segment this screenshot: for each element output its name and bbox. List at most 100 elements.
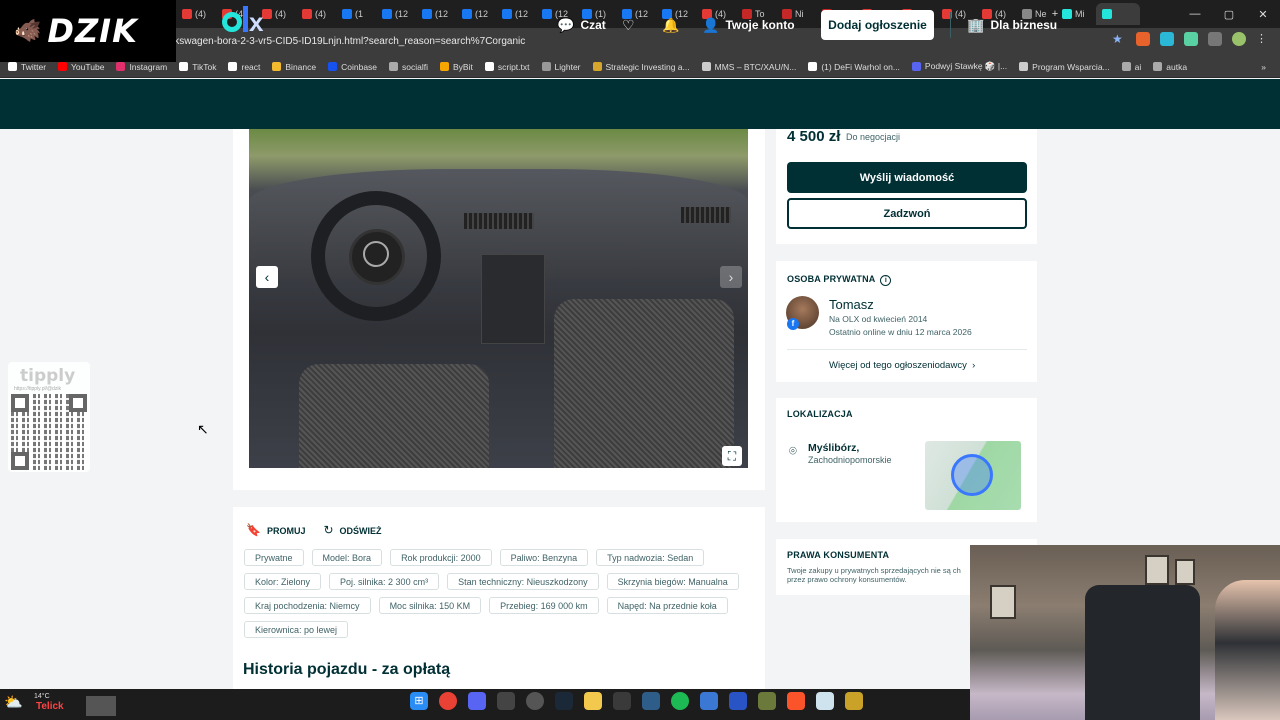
bookmark-favicon-icon: [1121, 62, 1131, 71]
olx-logo[interactable]: x: [222, 6, 263, 35]
chat-link[interactable]: 💬 Czat: [557, 0, 606, 50]
app-icon[interactable]: [613, 692, 631, 710]
bookmark-item[interactable]: Program Wsparcia...: [1019, 62, 1110, 72]
app-icon[interactable]: [497, 692, 515, 710]
extension-icon[interactable]: [1160, 32, 1174, 46]
app-icon[interactable]: [526, 692, 544, 710]
parameter-tag: Rok produkcji: 2000: [390, 549, 492, 566]
app-icon[interactable]: [729, 692, 747, 710]
browser-tab[interactable]: (4): [296, 3, 336, 25]
location-map[interactable]: [925, 441, 1021, 510]
bookmark-item[interactable]: Strategic Investing a...: [592, 62, 690, 72]
business-label: Dla biznesu: [990, 18, 1058, 32]
browser-tab[interactable]: (4): [176, 3, 216, 25]
chat-bubble-icon: 💬: [557, 16, 575, 33]
tipply-url: https://tipply.pl/@dzik: [14, 386, 61, 392]
promote-button[interactable]: 🔖 PROMUJ: [246, 523, 305, 537]
heart-icon: ♡: [622, 16, 635, 33]
business-link[interactable]: 🏢 Dla biznesu: [967, 0, 1057, 50]
bookmark-item[interactable]: YouTube: [58, 62, 104, 72]
bookmark-item[interactable]: Coinbase: [328, 62, 377, 72]
send-message-button[interactable]: Wyślij wiadomość: [787, 162, 1027, 193]
folder-icon[interactable]: [584, 692, 602, 710]
account-link[interactable]: 👤 Twoje konto: [702, 0, 795, 50]
bookmark-item[interactable]: socialfi: [389, 62, 428, 72]
bookmark-favicon-icon: [484, 62, 494, 71]
bookmark-item[interactable]: ai: [1121, 62, 1141, 72]
extensions-puzzle-icon[interactable]: [1208, 32, 1222, 46]
bookmark-item[interactable]: Instagram: [116, 62, 167, 72]
maximize-icon[interactable]: ▢: [1212, 8, 1246, 21]
bookmarks-overflow-icon[interactable]: »: [1261, 62, 1266, 72]
close-window-icon[interactable]: ✕: [1246, 8, 1280, 21]
bookmark-item[interactable]: (1) DeFi Warhol on...: [808, 62, 900, 72]
fullscreen-icon[interactable]: ⛶: [722, 446, 742, 466]
location-region: Zachodniopomorskie: [808, 455, 892, 465]
price: 4 500 zł: [787, 128, 841, 145]
bookmark-item[interactable]: ByBit: [440, 62, 473, 72]
browser-tab[interactable]: (12: [416, 3, 456, 25]
menu-dots-icon[interactable]: ⋮: [1256, 32, 1270, 46]
bookmark-label: Twitter: [21, 61, 47, 72]
windows-start-icon[interactable]: ⊞: [410, 692, 428, 710]
refresh-icon: ↻: [323, 523, 334, 537]
bookmark-item[interactable]: script.txt: [484, 62, 530, 72]
consumer-rights-text: Twoje zakupy u prywatnych sprzedających …: [787, 566, 961, 584]
app-icon[interactable]: [642, 692, 660, 710]
browser-tab[interactable]: (12: [496, 3, 536, 25]
browser-tab[interactable]: [1096, 3, 1140, 25]
info-icon[interactable]: i: [880, 275, 892, 286]
map-radius: [951, 454, 993, 496]
location-pin-icon: ⌾: [789, 443, 797, 458]
bookmark-item[interactable]: Binance: [272, 62, 316, 72]
call-button[interactable]: Zadzwoń: [787, 198, 1027, 229]
refresh-button[interactable]: ↻ ODŚWIEŻ: [323, 523, 381, 537]
parameter-tag: Prywatne: [244, 549, 304, 566]
seller-last-online: Ostatnio online w dniu 12 marca 2026: [829, 327, 972, 337]
tab-favicon-icon: [422, 9, 432, 19]
qr-corner: [11, 452, 29, 470]
favorites-link[interactable]: ♡: [622, 0, 635, 50]
bookmark-item[interactable]: TikTok: [179, 62, 216, 72]
browser-tab[interactable]: (12: [376, 3, 416, 25]
chevron-right-icon: ›: [969, 360, 976, 371]
notifications-link[interactable]: 🔔: [662, 0, 679, 50]
add-listing-button[interactable]: Dodaj ogłoszenie: [821, 10, 934, 40]
app-icon[interactable]: [845, 692, 863, 710]
app-icon[interactable]: [700, 692, 718, 710]
bookmark-label: socialfi: [402, 61, 429, 72]
wall-frame: [1175, 559, 1195, 585]
browser-tab[interactable]: (1: [336, 3, 376, 25]
bookmark-item[interactable]: Podwyj Stawkę 🎲 |...: [911, 61, 1007, 72]
extension-icon[interactable]: [1136, 32, 1150, 46]
bookmark-item[interactable]: Twitter: [8, 62, 46, 72]
gallery-prev-arrow[interactable]: ‹: [256, 266, 278, 288]
extension-icon[interactable]: [1184, 32, 1198, 46]
profile-avatar[interactable]: [1232, 32, 1246, 46]
browser-tab[interactable]: (12: [456, 3, 496, 25]
dzik-logo-text: DZIK: [47, 12, 138, 50]
discord-icon[interactable]: [468, 692, 486, 710]
listing-photo[interactable]: [249, 129, 748, 468]
taskbar-apps: ⊞: [410, 692, 863, 710]
webcam-person: [1215, 580, 1280, 720]
bookmark-item[interactable]: autka: [1153, 62, 1187, 72]
gallery-next-arrow[interactable]: ›: [720, 266, 742, 288]
app-icon[interactable]: [758, 692, 776, 710]
header-divider: [950, 12, 951, 38]
bookmark-favicon-icon: [8, 62, 17, 71]
spotify-icon[interactable]: [671, 692, 689, 710]
bookmark-favicon-icon: [1153, 62, 1163, 71]
more-from-seller-link[interactable]: Więcej od tego ogłoszeniodawcy ›: [829, 360, 975, 371]
notepad-icon[interactable]: [816, 692, 834, 710]
tab-favicon-icon: [502, 9, 512, 19]
brave-icon[interactable]: [787, 692, 805, 710]
bookmark-item[interactable]: Lighter: [541, 62, 581, 72]
chrome-icon[interactable]: [439, 692, 457, 710]
extension-icons: ★ ⋮: [1112, 32, 1270, 46]
bookmark-item[interactable]: react: [228, 62, 260, 72]
minimize-icon[interactable]: —: [1178, 8, 1212, 20]
steam-icon[interactable]: [555, 692, 573, 710]
bookmark-item[interactable]: MMS – BTC/XAU/N...: [701, 62, 796, 72]
bookmark-star-icon[interactable]: ★: [1112, 32, 1126, 46]
